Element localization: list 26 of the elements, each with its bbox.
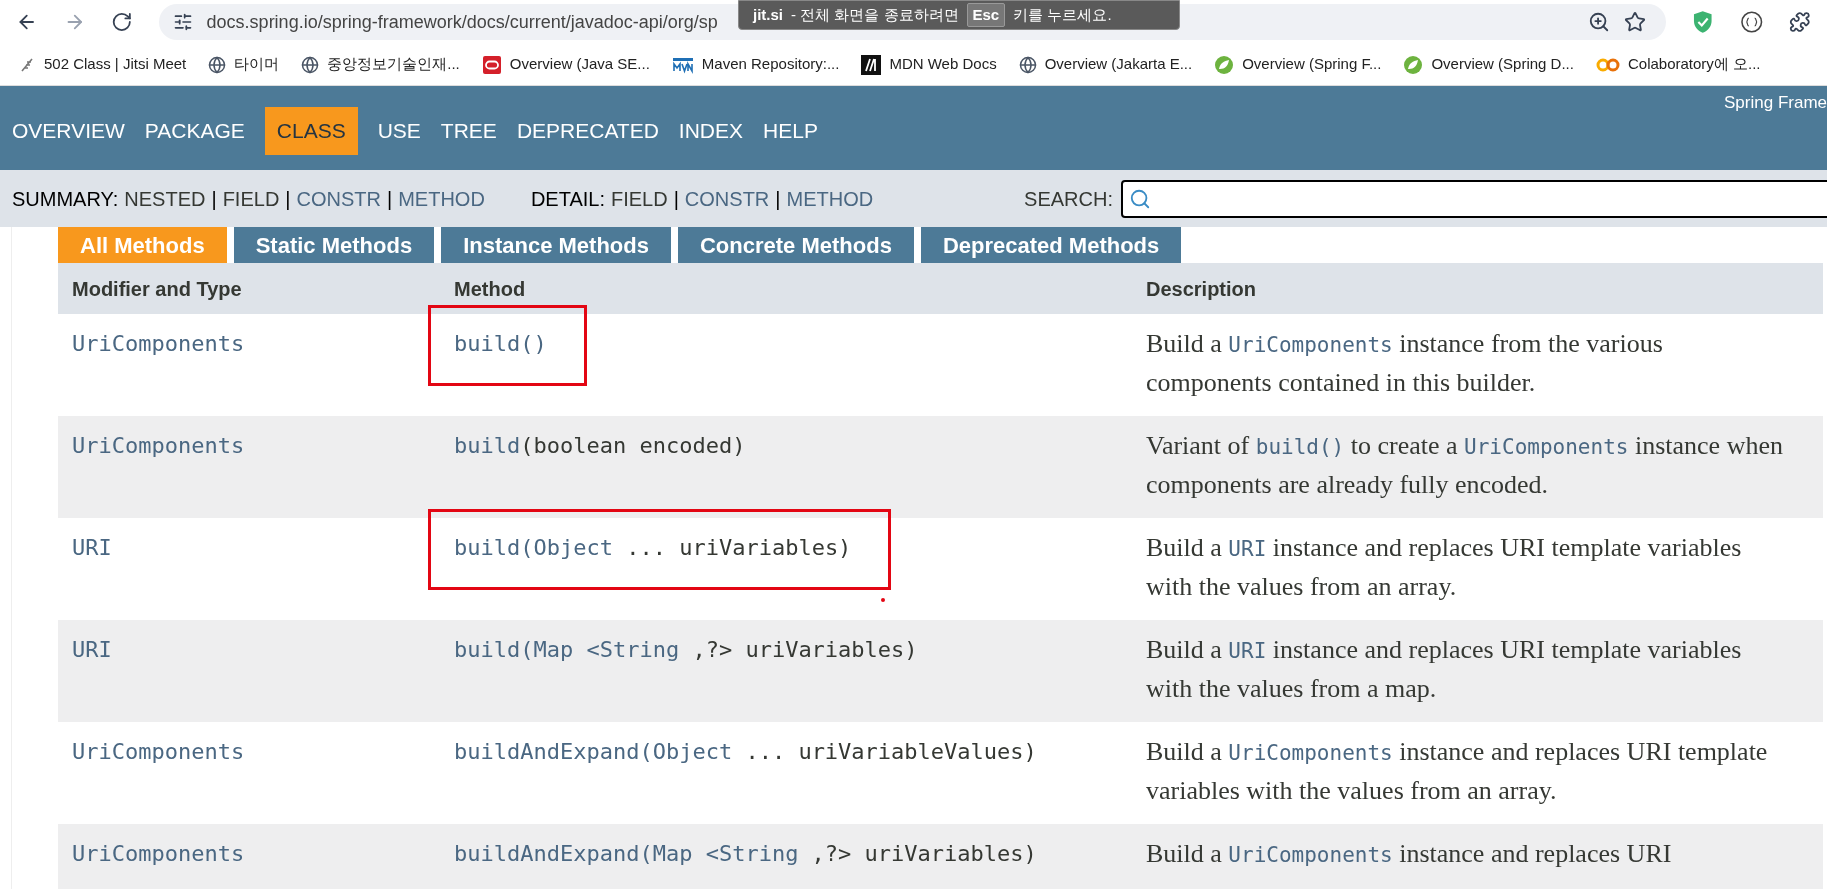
method-description: Build a UriComponents instance and replaces URI template variables with the values from an array. [1146,736,1769,807]
separator: | [775,186,781,212]
method-description: Variant of build() to create a UriComponents instance when components are already fully encoded. [1146,430,1784,501]
notice-text: - 전체 화면을 종료하려면 [791,4,959,25]
summary-item: NESTED [124,186,206,212]
method-description: Build a UriComponents instance from the various components contained in this builder. [1146,328,1664,399]
detail-label: DETAIL: [530,186,605,212]
summary-item: FIELD [222,186,280,212]
detail-item: FIELD [610,186,668,212]
column-header: Method [453,276,527,302]
column-header: Description [1145,276,1258,302]
brand-text: Spring Frame [1724,92,1827,114]
search-label: SEARCH: [1024,186,1113,212]
esc-key: Esc [966,2,1006,28]
column-header: Modifier and Type [71,276,243,302]
summary-label: SUMMARY: [12,186,119,212]
separator: | [211,186,217,212]
method-description: Build a URI instance and replaces URI template variables with the values from an array. [1146,532,1743,603]
notice-brand: jit.si [753,4,783,25]
notice-text: 키를 누르세요. [1013,4,1112,25]
separator: | [387,186,393,212]
url-text: docs.spring.io/spring-framework/docs/current/javadoc-api/org/sp [206,10,718,34]
separator: | [673,186,679,212]
method-description: Build a URI instance and replaces URI template variables with the values from a map. [1146,634,1743,705]
separator: | [285,186,291,212]
method-description: Build a UriComponents instance and replaces URI [1146,838,1673,870]
